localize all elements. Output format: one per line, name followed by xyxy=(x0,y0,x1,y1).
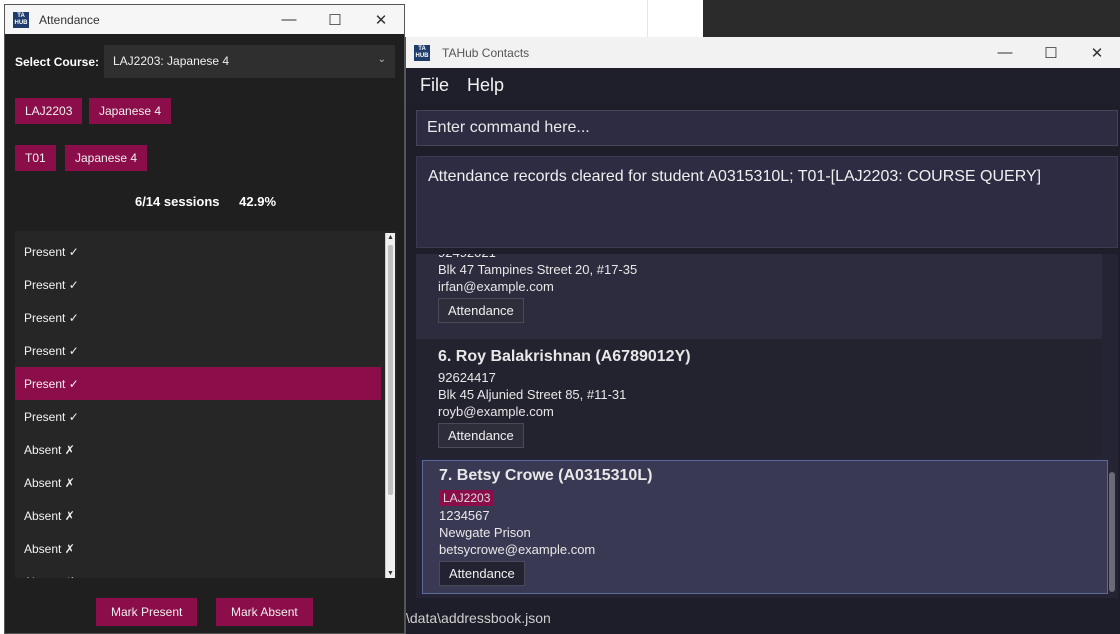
attendance-percentage: 42.9% xyxy=(239,194,277,209)
person-card-selected[interactable]: 7. Betsy Crowe (A0315310L) LAJ2203 12345… xyxy=(422,460,1108,594)
session-item[interactable]: Absent ✗ xyxy=(15,532,381,565)
person-name: 7. Betsy Crowe (A0315310L) xyxy=(439,467,653,484)
session-item[interactable]: Absent ✗ xyxy=(15,499,381,532)
person-card[interactable]: 6. Roy Balakrishnan (A6789012Y) 92624417… xyxy=(416,339,1102,457)
scroll-up-icon[interactable]: ▲ xyxy=(387,234,394,241)
course-select-row: Select Course: LAJ2203: Japanese 4 ⌄ xyxy=(15,45,395,78)
person-list: 92492021 Blk 47 Tampines Street 20, #17-… xyxy=(416,254,1118,598)
list-scroll-thumb[interactable] xyxy=(1109,472,1115,592)
attendance-button[interactable]: Attendance xyxy=(439,561,525,586)
tahub-window: TA HUB TAHub Contacts — ☐ ✕ File Help En… xyxy=(405,37,1120,634)
session-item[interactable]: Present ✓ xyxy=(15,367,381,400)
person-card[interactable]: 92492021 Blk 47 Tampines Street 20, #17-… xyxy=(416,254,1102,339)
session-list: Present ✓ Present ✓ Present ✓ Present ✓ Pres… xyxy=(15,231,397,578)
person-address: Blk 45 Aljunied Street 85, #11-31 xyxy=(438,387,627,402)
attendance-window: TA HUB Attendance — ☐ ✕ Select Course: L… xyxy=(4,4,405,634)
selected-course: LAJ2203: Japanese 4 xyxy=(113,54,230,68)
close-icon[interactable]: ✕ xyxy=(1074,44,1120,62)
mark-absent-button[interactable]: Mark Absent xyxy=(216,598,313,626)
minimize-icon[interactable]: — xyxy=(982,44,1028,62)
scroll-down-icon[interactable]: ▼ xyxy=(387,570,394,577)
session-item[interactable]: Present ✓ xyxy=(15,400,381,433)
menu-bar: File Help xyxy=(406,68,1120,103)
attendance-button[interactable]: Attendance xyxy=(438,423,524,448)
course-tag: LAJ2203 xyxy=(439,490,495,506)
session-item[interactable]: Present ✓ xyxy=(15,235,381,268)
session-scroll-thumb[interactable] xyxy=(388,245,393,495)
session-item[interactable]: Present ✓ xyxy=(15,268,381,301)
session-scrollbar[interactable]: ▲ ▼ xyxy=(385,233,395,578)
window-title: TAHub Contacts xyxy=(442,45,530,60)
session-item[interactable]: Present ✓ xyxy=(15,301,381,334)
attendance-button[interactable]: Attendance xyxy=(438,298,524,323)
result-display: Attendance records cleared for student A… xyxy=(416,156,1118,248)
attendance-summary: 6/14 sessions 42.9% xyxy=(5,194,406,209)
course-dropdown[interactable]: LAJ2203: Japanese 4 ⌄ xyxy=(104,45,395,78)
sessions-count: 6/14 sessions xyxy=(134,194,220,209)
menu-help[interactable]: Help xyxy=(467,75,504,96)
person-name: 6. Roy Balakrishnan (A6789012Y) xyxy=(438,348,691,365)
person-email: royb@example.com xyxy=(438,404,554,419)
background-divider xyxy=(647,0,648,40)
title-bar: TA HUB TAHub Contacts — ☐ ✕ xyxy=(406,37,1120,68)
person-phone: 92492021 xyxy=(438,254,1102,261)
attendance-title-bar: TA HUB Attendance — ☐ ✕ xyxy=(5,5,404,34)
command-input[interactable]: Enter command here... xyxy=(416,110,1118,146)
session-item[interactable]: Present ✓ xyxy=(15,334,381,367)
app-logo-icon: TA HUB xyxy=(414,44,430,61)
person-email: betsycrowe@example.com xyxy=(439,542,596,557)
course-code-chip: LAJ2203 xyxy=(15,98,83,124)
close-icon[interactable]: ✕ xyxy=(358,11,404,29)
maximize-icon[interactable]: ☐ xyxy=(312,11,358,29)
mark-present-button[interactable]: Mark Present xyxy=(96,598,198,626)
session-item[interactable]: Absent ✗ xyxy=(15,565,381,578)
tutorial-code-chip: T01 xyxy=(15,145,56,171)
person-email: irfan@example.com xyxy=(438,279,554,294)
tutorial-name-chip: Japanese 4 xyxy=(65,145,148,171)
person-address: Newgate Prison xyxy=(439,525,531,540)
select-course-label: Select Course: xyxy=(15,54,100,69)
maximize-icon[interactable]: ☐ xyxy=(1028,44,1074,62)
person-address: Blk 47 Tampines Street 20, #17-35 xyxy=(438,262,638,277)
minimize-icon[interactable]: — xyxy=(266,11,312,29)
person-phone: 92624417 xyxy=(438,370,496,385)
session-item[interactable]: Absent ✗ xyxy=(15,466,381,499)
person-phone: 1234567 xyxy=(439,508,490,523)
course-name-chip: Japanese 4 xyxy=(89,98,172,124)
menu-file[interactable]: File xyxy=(420,75,449,96)
session-item[interactable]: Absent ✗ xyxy=(15,433,381,466)
attendance-title: Attendance xyxy=(39,12,100,27)
chevron-down-icon: ⌄ xyxy=(377,54,386,65)
app-logo-icon: TA HUB xyxy=(13,11,29,28)
list-scrollbar[interactable] xyxy=(1107,254,1117,598)
status-bar-path: \data\addressbook.json xyxy=(406,610,551,626)
